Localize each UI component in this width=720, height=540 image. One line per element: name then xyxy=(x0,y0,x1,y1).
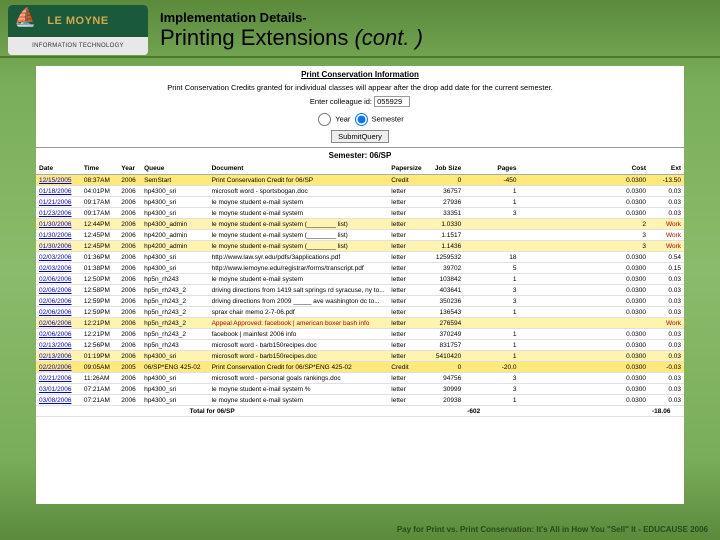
date-link[interactable]: 02/13/2006 xyxy=(39,353,72,360)
col-job-size: Job Size xyxy=(427,163,464,175)
date-link[interactable]: 02/20/2006 xyxy=(39,364,72,371)
table-row: 02/21/200611:26AM2006hp4300_srimicrosoft… xyxy=(36,373,684,384)
college-logo: ⛵ LE MOYNE INFORMATION TECHNOLOGY xyxy=(8,5,148,55)
colleague-id-input[interactable]: 055929 xyxy=(374,96,410,107)
col-ext: Ext xyxy=(649,163,684,175)
col-year: Year xyxy=(118,163,141,175)
date-link[interactable]: 02/06/2006 xyxy=(39,320,72,327)
date-link[interactable]: 02/06/2006 xyxy=(39,287,72,294)
radio-semester[interactable] xyxy=(355,113,368,126)
table-row: 02/06/200612:21PM2006hp5n_rh243_2Appeal … xyxy=(36,318,684,329)
table-row: 02/20/200609:05AM200506/SP*ENG 425-02Pri… xyxy=(36,362,684,373)
slide-subtitle: Implementation Details- xyxy=(160,10,423,25)
date-link[interactable]: 03/08/2006 xyxy=(39,397,72,404)
panel-heading: Print Conservation Information xyxy=(36,66,684,81)
table-row: 02/03/200601:36PM2006hp4300_srihttp://ww… xyxy=(36,252,684,263)
date-link[interactable]: 02/03/2006 xyxy=(39,265,72,272)
table-row: 12/15/200508:37AM2006SemStartPrint Conse… xyxy=(36,175,684,186)
col-papersize: Papersize xyxy=(388,163,427,175)
radio-year[interactable] xyxy=(318,113,331,126)
date-link[interactable]: 02/06/2006 xyxy=(39,309,72,316)
table-row: 01/30/200612:45PM2006hp4200_adminle moyn… xyxy=(36,241,684,252)
date-link[interactable]: 02/03/2006 xyxy=(39,254,72,261)
date-link[interactable]: 01/30/2006 xyxy=(39,243,72,250)
table-row: 03/01/200607:21AM2006hp4300_srile moyne … xyxy=(36,384,684,395)
id-label: Enter colleague id: xyxy=(310,97,372,106)
slide-title: Printing Extensions (cont. ) xyxy=(160,25,423,51)
date-link[interactable]: 02/06/2006 xyxy=(39,276,72,283)
date-link[interactable]: 02/06/2006 xyxy=(39,331,72,338)
title-block: Implementation Details- Printing Extensi… xyxy=(160,10,423,51)
date-link[interactable]: 02/13/2006 xyxy=(39,342,72,349)
date-link[interactable]: 01/30/2006 xyxy=(39,221,72,228)
period-radios: Year Semester xyxy=(36,109,684,128)
table-row: 01/30/200612:44PM2006hp4300_adminle moyn… xyxy=(36,219,684,230)
ship-icon: ⛵ xyxy=(14,7,42,35)
col-date: Date xyxy=(36,163,81,175)
slide-header: ⛵ LE MOYNE INFORMATION TECHNOLOGY Implem… xyxy=(0,0,720,58)
col-cost: Cost xyxy=(520,163,650,175)
col-queue: Queue xyxy=(141,163,209,175)
date-link[interactable]: 02/06/2006 xyxy=(39,298,72,305)
submit-query-button[interactable]: SubmitQuery xyxy=(331,130,389,143)
col-pages: Pages xyxy=(464,163,519,175)
table-row: 02/06/200612:59PM2006hp5n_rh243_2driving… xyxy=(36,296,684,307)
table-row: 02/03/200601:38PM2006hp4300_srihttp://ww… xyxy=(36,263,684,274)
date-link[interactable]: 12/15/2005 xyxy=(39,177,72,184)
table-row: 02/06/200612:58PM2006hp5n_rh243_2driving… xyxy=(36,285,684,296)
table-row: 01/21/200609:17AM2006hp4300_srile moyne … xyxy=(36,197,684,208)
table-row: 01/23/200609:17AM2006hp4300_srile moyne … xyxy=(36,208,684,219)
semester-heading: Semester: 06/SP xyxy=(36,147,684,163)
table-row: 02/06/200612:21PM2006hp5n_rh243_2faceboo… xyxy=(36,329,684,340)
table-row: 02/06/200612:50PM2006hp5n_rh243le moyne … xyxy=(36,274,684,285)
date-link[interactable]: 01/18/2006 xyxy=(39,188,72,195)
report-panel: Print Conservation Information Print Con… xyxy=(36,66,684,504)
table-row: 02/13/200601:19PM2006hp4300_srimicrosoft… xyxy=(36,351,684,362)
table-row: 02/06/200612:59PM2006hp5n_rh243_2sprax c… xyxy=(36,307,684,318)
total-row: Total for 06/SP-602-18.06 xyxy=(36,406,684,417)
col-document: Document xyxy=(209,163,389,175)
date-link[interactable]: 01/23/2006 xyxy=(39,210,72,217)
table-row: 01/30/200612:45PM2006hp4200_adminle moyn… xyxy=(36,230,684,241)
table-row: 02/13/200612:56PM2006hp5n_rh243microsoft… xyxy=(36,340,684,351)
date-link[interactable]: 01/30/2006 xyxy=(39,232,72,239)
date-link[interactable]: 03/01/2006 xyxy=(39,386,72,393)
date-link[interactable]: 01/21/2006 xyxy=(39,199,72,206)
id-entry-row: Enter colleague id: 055929 xyxy=(36,94,684,109)
date-link[interactable]: 02/21/2006 xyxy=(39,375,72,382)
slide-footer: Pay for Print vs. Print Conservation: It… xyxy=(397,525,708,534)
col-time: Time xyxy=(81,163,118,175)
panel-description: Print Conservation Credits granted for i… xyxy=(36,81,684,94)
table-row: 01/18/200604:01PM2006hp4300_srimicrosoft… xyxy=(36,186,684,197)
table-row: 03/08/200607:21AM2006hp4300_srile moyne … xyxy=(36,395,684,406)
print-log-table: DateTimeYearQueueDocumentPapersizeJob Si… xyxy=(36,163,684,417)
